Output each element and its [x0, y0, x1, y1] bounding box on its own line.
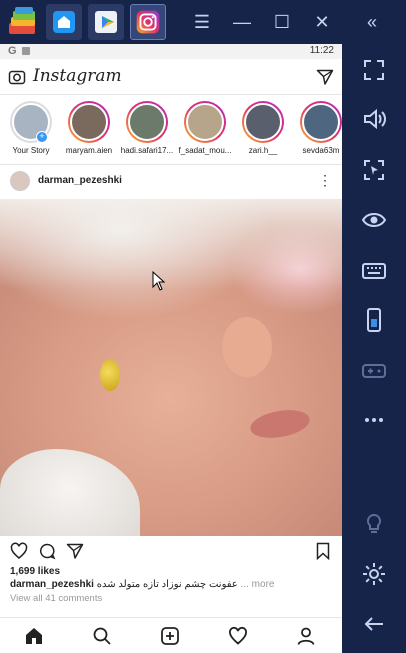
- avatar: [186, 103, 224, 141]
- likes-count[interactable]: 1,699 likes: [0, 566, 342, 579]
- caption-more-link[interactable]: ... more: [241, 579, 275, 590]
- avatar: [244, 103, 282, 141]
- story-name: sevda63m: [302, 146, 340, 155]
- home-tab-button[interactable]: [46, 4, 82, 40]
- double-chevron-left-icon[interactable]: «: [362, 12, 382, 32]
- emulator-sidebar: [342, 44, 406, 653]
- story-item[interactable]: sevda63m: [296, 101, 342, 155]
- status-time: 11:22: [309, 45, 334, 56]
- settings-icon[interactable]: [360, 560, 388, 588]
- story-name: hadi.safari17...: [120, 146, 174, 155]
- avatar: [302, 103, 340, 141]
- menu-icon[interactable]: ☰: [192, 12, 212, 32]
- status-bar: G 11:22: [0, 44, 342, 59]
- bookmark-icon[interactable]: [314, 542, 332, 561]
- bulb-icon[interactable]: [360, 510, 388, 538]
- more-icon[interactable]: [360, 406, 388, 434]
- new-post-icon[interactable]: [160, 626, 180, 646]
- avatar: [70, 103, 108, 141]
- blanket-shape: [0, 449, 140, 536]
- hat-shape: [0, 199, 342, 289]
- eye-discharge-shape: [100, 359, 120, 391]
- caption-username[interactable]: darman_pezeshki: [10, 579, 94, 590]
- stories-tray: + Your Story maryam.aien hadi.safari17..…: [0, 95, 342, 165]
- screenshot-icon[interactable]: [360, 156, 388, 184]
- story-name: maryam.aien: [65, 146, 113, 155]
- post-caption: darman_pezeshki عفونت چشم نوزاد تازه متو…: [0, 579, 342, 593]
- post-username[interactable]: darman_pezeshki: [38, 175, 122, 186]
- emulator-top-bar: ☰ — ☐ ✕ «: [0, 0, 406, 44]
- volume-icon[interactable]: [360, 105, 388, 133]
- add-story-icon[interactable]: +: [36, 131, 48, 143]
- instagram-tab-button[interactable]: [130, 4, 166, 40]
- bluestacks-logo-icon[interactable]: [6, 6, 40, 38]
- caption-text: عفونت چشم نوزاد تازه متولد شده: [96, 579, 238, 590]
- phone-icon[interactable]: [360, 306, 388, 334]
- share-icon[interactable]: [66, 542, 84, 560]
- story-item[interactable]: maryam.aien: [64, 101, 114, 155]
- post-avatar[interactable]: [10, 171, 30, 191]
- close-icon[interactable]: ✕: [312, 12, 332, 32]
- post-actions: [0, 536, 342, 566]
- avatar: [128, 103, 166, 141]
- eye-icon[interactable]: [360, 206, 388, 234]
- profile-icon[interactable]: [296, 626, 316, 646]
- story-item[interactable]: f_sadat_mou...: [179, 101, 231, 155]
- post-header: darman_pezeshki ⋮: [0, 165, 342, 199]
- back-arrow-icon[interactable]: [360, 610, 388, 638]
- bottom-navigation: [0, 617, 342, 653]
- view-comments-link[interactable]: View all 41 comments: [0, 593, 342, 606]
- more-options-icon[interactable]: ⋮: [318, 172, 332, 189]
- minimize-icon[interactable]: —: [232, 12, 252, 32]
- like-heart-icon[interactable]: [10, 542, 28, 560]
- fullscreen-icon[interactable]: [360, 56, 388, 84]
- notification-icon: [22, 47, 30, 55]
- story-name: f_sadat_mou...: [178, 146, 232, 155]
- phone-screen: G 11:22 Instagram + Your Story maryam.ai…: [0, 44, 342, 653]
- instagram-header: Instagram: [0, 59, 342, 95]
- mouse-cursor-icon: [152, 271, 166, 291]
- activity-heart-icon[interactable]: [228, 626, 248, 646]
- story-your-story[interactable]: + Your Story: [6, 101, 56, 155]
- home-icon[interactable]: [24, 626, 44, 646]
- camera-icon[interactable]: [8, 68, 26, 86]
- direct-message-icon[interactable]: [316, 68, 334, 86]
- story-item[interactable]: zari.h__: [238, 101, 288, 155]
- story-item[interactable]: hadi.safari17...: [121, 101, 173, 155]
- mouth-shape: [248, 405, 312, 443]
- gamepad-icon[interactable]: [360, 356, 388, 384]
- play-store-tab-button[interactable]: [88, 4, 124, 40]
- google-icon: G: [8, 45, 17, 57]
- comment-icon[interactable]: [38, 542, 56, 560]
- search-icon[interactable]: [92, 626, 112, 646]
- story-name: Your Story: [12, 146, 50, 155]
- story-name: zari.h__: [248, 146, 278, 155]
- maximize-icon[interactable]: ☐: [272, 12, 292, 32]
- nose-shape: [222, 317, 272, 377]
- instagram-wordmark: Instagram: [33, 66, 122, 86]
- keyboard-icon[interactable]: [360, 256, 388, 284]
- post-image[interactable]: [0, 199, 342, 536]
